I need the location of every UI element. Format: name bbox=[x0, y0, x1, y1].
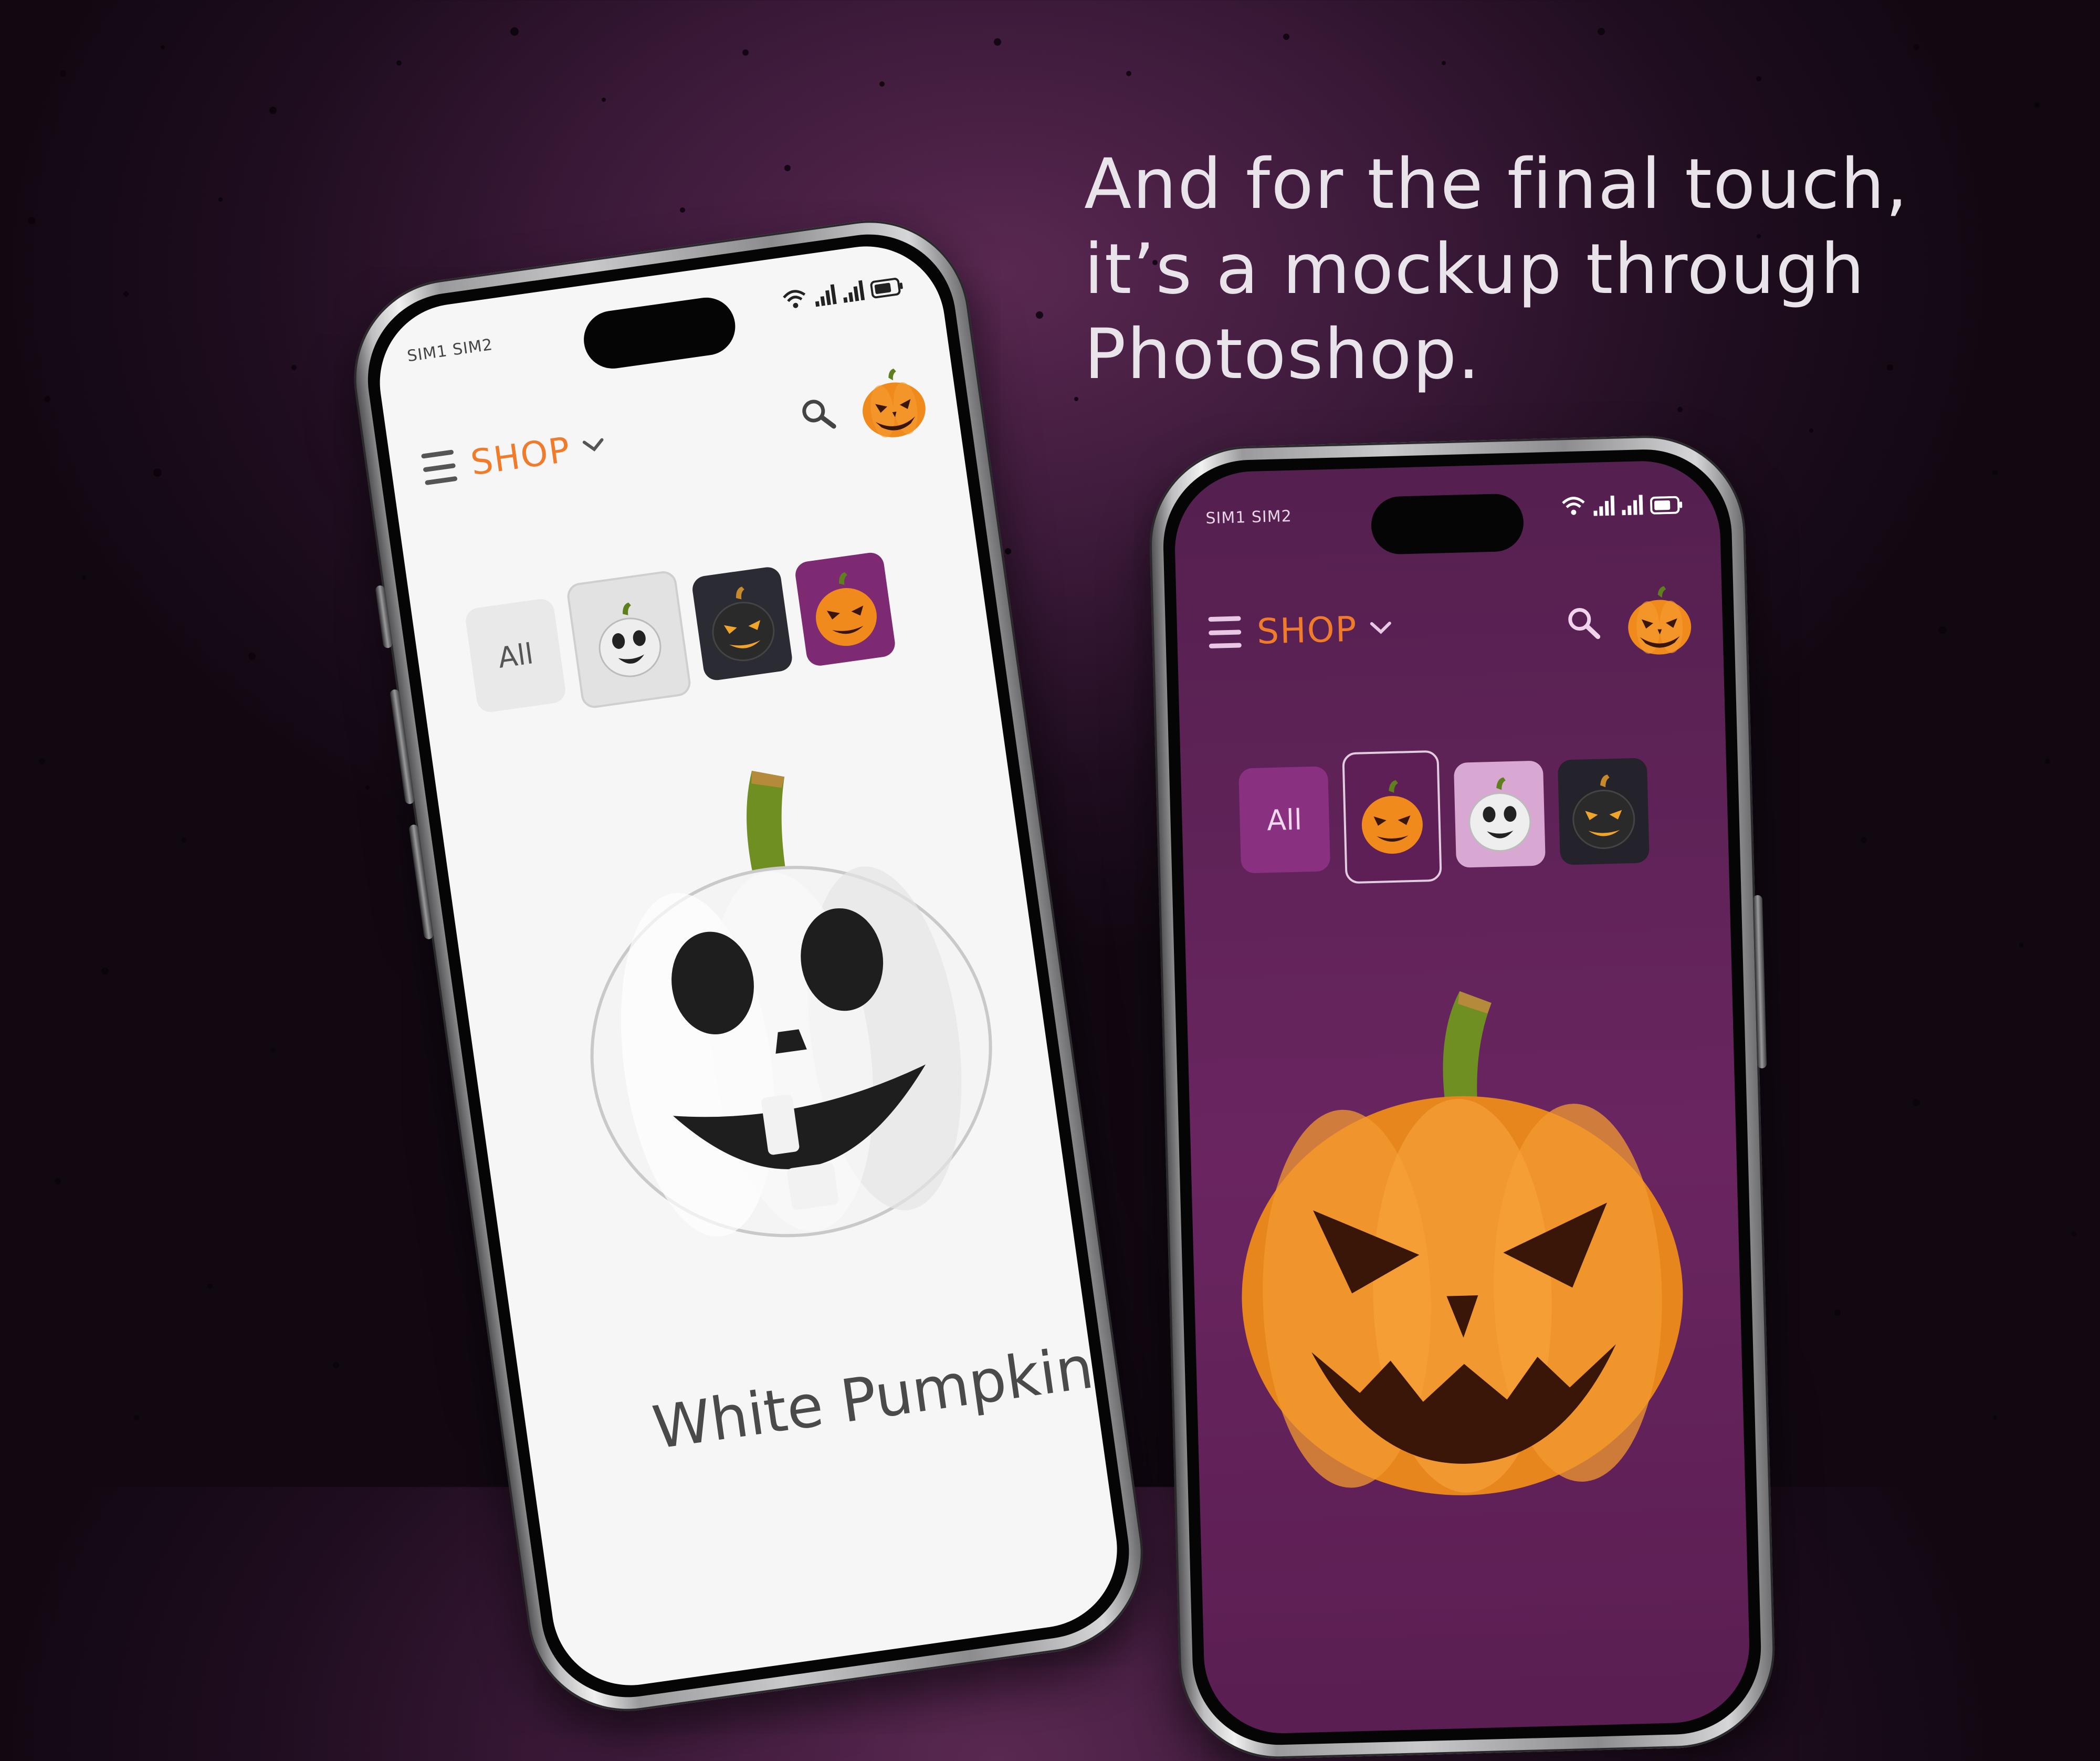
category-orange-pumpkin[interactable] bbox=[793, 551, 897, 668]
category-all[interactable]: All bbox=[464, 597, 568, 714]
category-orange-pumpkin[interactable] bbox=[1342, 750, 1442, 884]
shop-title[interactable]: SHOP bbox=[468, 429, 573, 483]
headline-line-1: And for the final touch, bbox=[1084, 144, 1909, 225]
signal-icon bbox=[815, 284, 837, 307]
signal-icon bbox=[1593, 495, 1615, 516]
right-phone-mockup: SIM1 SIM2 SHOP All bbox=[1147, 433, 1778, 1761]
wifi-icon bbox=[1562, 497, 1585, 515]
category-black-pumpkin[interactable] bbox=[1557, 758, 1650, 865]
headline: And for the final touch, it’s a mockup t… bbox=[1084, 142, 2029, 397]
white-pumpkin-icon bbox=[1468, 777, 1531, 852]
black-pumpkin-icon bbox=[1572, 774, 1635, 849]
dynamic-island bbox=[1370, 493, 1524, 555]
sim-status: SIM1 SIM2 bbox=[1205, 507, 1293, 528]
app-bar: SHOP bbox=[1208, 581, 1697, 672]
orange-pumpkin-icon bbox=[1361, 780, 1423, 854]
category-row: All bbox=[1238, 745, 1650, 886]
category-white-pumpkin[interactable] bbox=[565, 569, 692, 710]
hero-white-pumpkin-icon bbox=[590, 771, 992, 1238]
signal-icon-2 bbox=[1622, 495, 1643, 516]
category-row: All bbox=[463, 541, 898, 725]
search-icon[interactable] bbox=[1564, 604, 1602, 642]
category-white-pumpkin[interactable] bbox=[1453, 760, 1546, 868]
battery-icon bbox=[1650, 496, 1683, 515]
orange-pumpkin-icon bbox=[816, 572, 877, 646]
hamburger-menu-icon[interactable] bbox=[1208, 616, 1242, 649]
battery-icon bbox=[870, 278, 903, 299]
black-pumpkin-icon bbox=[712, 586, 775, 662]
hero-jack-o-lantern-icon bbox=[1242, 991, 1683, 1495]
category-all[interactable]: All bbox=[1238, 766, 1331, 874]
shop-title[interactable]: SHOP bbox=[1256, 609, 1358, 652]
category-black-pumpkin[interactable] bbox=[690, 565, 794, 682]
phone-bezel: SIM1 SIM2 SHOP bbox=[1161, 447, 1763, 1747]
search-icon[interactable] bbox=[797, 393, 838, 435]
headline-line-3: Photoshop. bbox=[1084, 314, 1481, 395]
avatar-jack-o-lantern-icon[interactable] bbox=[852, 362, 934, 445]
status-icons bbox=[1561, 492, 1683, 517]
product-name: White Pumpkin bbox=[648, 1333, 1098, 1463]
wifi-icon bbox=[783, 290, 806, 308]
hamburger-menu-icon[interactable] bbox=[421, 449, 458, 486]
sim-status: SIM1 SIM2 bbox=[406, 335, 494, 366]
status-icons bbox=[781, 274, 904, 311]
dynamic-island bbox=[580, 294, 739, 372]
white-pumpkin-icon bbox=[598, 602, 662, 677]
signal-icon-2 bbox=[843, 280, 865, 303]
chevron-down-icon[interactable] bbox=[1369, 620, 1393, 636]
headline-line-2: it’s a mockup through bbox=[1084, 229, 1866, 310]
chevron-down-icon[interactable] bbox=[581, 436, 607, 455]
avatar-jack-o-lantern-icon[interactable] bbox=[1622, 583, 1697, 659]
app-bar: SHOP bbox=[418, 360, 935, 509]
phone-screen-dark: SIM1 SIM2 SHOP All bbox=[1173, 459, 1751, 1735]
